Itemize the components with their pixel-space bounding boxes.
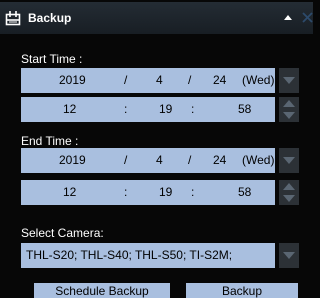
start-date-dropdown-button[interactable] xyxy=(279,68,299,93)
time-separator: : xyxy=(124,185,128,199)
camera-select-value: THL-S20; THL-S40; THL-S50; TI-S2M; xyxy=(26,248,233,262)
end-date-field[interactable]: 2019 / 4 / 24 (Wed) xyxy=(21,148,275,173)
backup-icon xyxy=(5,11,21,26)
end-hour[interactable]: 12 xyxy=(63,185,76,200)
spin-up-icon[interactable] xyxy=(283,100,295,107)
end-day[interactable]: 24 xyxy=(213,153,226,168)
start-hour[interactable]: 12 xyxy=(63,102,76,117)
end-time-label: End Time : xyxy=(21,134,79,148)
time-separator: : xyxy=(124,102,128,116)
start-date-field[interactable]: 2019 / 4 / 24 (Wed) xyxy=(21,68,275,93)
date-separator: / xyxy=(188,73,192,87)
date-separator: / xyxy=(124,73,128,87)
panel-title: Backup xyxy=(28,11,72,25)
chevron-down-icon xyxy=(283,252,295,259)
time-separator: : xyxy=(191,185,195,199)
spin-down-icon[interactable] xyxy=(283,195,295,202)
start-weekday: (Wed) xyxy=(242,73,275,87)
chevron-down-icon xyxy=(283,77,295,84)
start-time-field[interactable]: 12 : 19 : 58 xyxy=(21,97,275,122)
start-second[interactable]: 58 xyxy=(238,102,251,117)
spin-up-icon[interactable] xyxy=(283,183,295,190)
date-separator: / xyxy=(124,153,128,167)
start-month[interactable]: 4 xyxy=(156,73,163,88)
date-separator: / xyxy=(188,153,192,167)
start-time-spinner[interactable] xyxy=(279,97,299,122)
schedule-backup-button[interactable]: Schedule Backup xyxy=(34,283,170,298)
spin-down-icon[interactable] xyxy=(283,112,295,119)
end-second[interactable]: 58 xyxy=(238,185,251,200)
end-minute[interactable]: 19 xyxy=(159,185,172,200)
backup-button[interactable]: Backup xyxy=(186,283,298,298)
collapse-up-icon[interactable] xyxy=(284,13,292,21)
end-time-field[interactable]: 12 : 19 : 58 xyxy=(21,180,275,205)
select-camera-label: Select Camera: xyxy=(21,226,104,240)
start-minute[interactable]: 19 xyxy=(159,102,172,117)
chevron-down-icon xyxy=(283,157,295,164)
camera-select[interactable]: THL-S20; THL-S40; THL-S50; TI-S2M; xyxy=(21,243,275,268)
start-year[interactable]: 2019 xyxy=(59,73,86,88)
end-month[interactable]: 4 xyxy=(156,153,163,168)
end-date-dropdown-button[interactable] xyxy=(279,148,299,173)
start-day[interactable]: 24 xyxy=(213,73,226,88)
close-icon[interactable] xyxy=(302,12,313,23)
title-bar: Backup xyxy=(0,2,313,34)
start-time-label: Start Time : xyxy=(21,52,83,66)
backup-panel: Backup Start Time : 2019 / 4 / 24 (Wed) … xyxy=(0,0,313,298)
end-time-spinner[interactable] xyxy=(279,180,299,205)
end-year[interactable]: 2019 xyxy=(59,153,86,168)
end-weekday: (Wed) xyxy=(242,153,275,167)
camera-dropdown-button[interactable] xyxy=(279,243,299,268)
time-separator: : xyxy=(191,102,195,116)
